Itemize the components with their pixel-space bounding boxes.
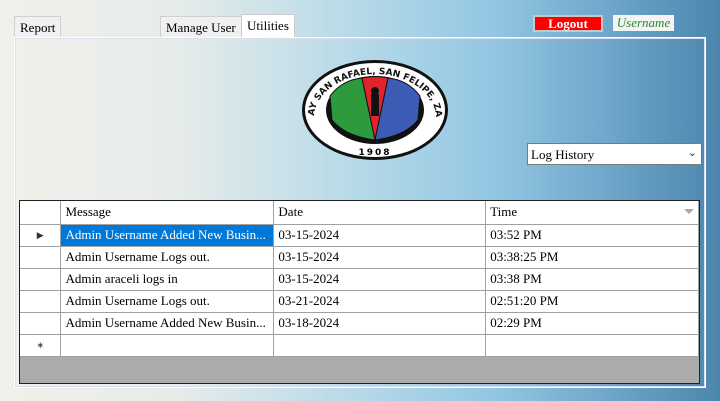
- cell-time[interactable]: [485, 333, 699, 357]
- cell-time[interactable]: 03:52 PM: [485, 223, 699, 247]
- table-row[interactable]: Admin Username Added New Busin... 03-18-…: [20, 311, 699, 335]
- column-header-message[interactable]: Message: [60, 201, 275, 225]
- logout-button[interactable]: Logout: [533, 15, 603, 32]
- log-grid[interactable]: Message Date Time ▶ Admin Username Added…: [19, 200, 700, 384]
- table-row[interactable]: Admin Username Logs out. 03-21-2024 02:5…: [20, 289, 699, 313]
- column-header-date[interactable]: Date: [273, 201, 487, 225]
- tab-manage-user[interactable]: Manage User: [160, 16, 242, 37]
- row-header[interactable]: [20, 311, 62, 335]
- chevron-down-icon: ⌄: [687, 147, 697, 159]
- cell-date[interactable]: 03-15-2024: [273, 223, 487, 247]
- cell-message[interactable]: [60, 333, 275, 357]
- cell-time[interactable]: 02:51:20 PM: [485, 289, 699, 313]
- log-type-select[interactable]: Log History ⌄: [527, 143, 702, 165]
- new-row-asterisk-icon: ∗: [20, 333, 62, 357]
- row-header[interactable]: [20, 267, 62, 291]
- row-header[interactable]: [20, 245, 62, 269]
- cell-date[interactable]: 03-18-2024: [273, 311, 487, 335]
- row-header[interactable]: [20, 289, 62, 313]
- username-label: Username: [613, 15, 674, 31]
- sort-arrow-icon: [684, 209, 694, 214]
- table-row[interactable]: Admin Username Logs out. 03-15-2024 03:3…: [20, 245, 699, 269]
- new-row[interactable]: ∗: [20, 333, 699, 357]
- cell-time[interactable]: 02:29 PM: [485, 311, 699, 335]
- cell-message[interactable]: Admin araceli logs in: [60, 267, 275, 291]
- cell-time[interactable]: 03:38:25 PM: [485, 245, 699, 269]
- column-header-time-label: Time: [490, 204, 518, 220]
- row-header-corner: [20, 201, 62, 225]
- cell-message[interactable]: Admin Username Added New Busin...: [60, 223, 275, 247]
- cell-message[interactable]: Admin Username Added New Busin...: [60, 311, 275, 335]
- table-row[interactable]: Admin araceli logs in 03-15-2024 03:38 P…: [20, 267, 699, 291]
- cell-date[interactable]: 03-21-2024: [273, 289, 487, 313]
- cell-date[interactable]: 03-15-2024: [273, 267, 487, 291]
- tab-utilities[interactable]: Utilities: [241, 14, 295, 38]
- tab-report[interactable]: Report: [14, 16, 62, 37]
- grid-header-row: Message Date Time: [20, 201, 699, 225]
- table-row[interactable]: ▶ Admin Username Added New Busin... 03-1…: [20, 223, 699, 247]
- log-type-value: Log History: [531, 147, 595, 162]
- cell-time[interactable]: 03:38 PM: [485, 267, 699, 291]
- barangay-seal-logo: BARANGAY SAN RAFAEL, SAN FELIPE, ZAMBALE…: [300, 58, 448, 160]
- cell-date[interactable]: 03-15-2024: [273, 245, 487, 269]
- current-row-arrow-icon[interactable]: ▶: [20, 223, 62, 247]
- column-header-time[interactable]: Time: [485, 201, 699, 225]
- cell-message[interactable]: Admin Username Logs out.: [60, 289, 275, 313]
- cell-date[interactable]: [273, 333, 487, 357]
- cell-message[interactable]: Admin Username Logs out.: [60, 245, 275, 269]
- seal-year: 1908: [358, 148, 391, 158]
